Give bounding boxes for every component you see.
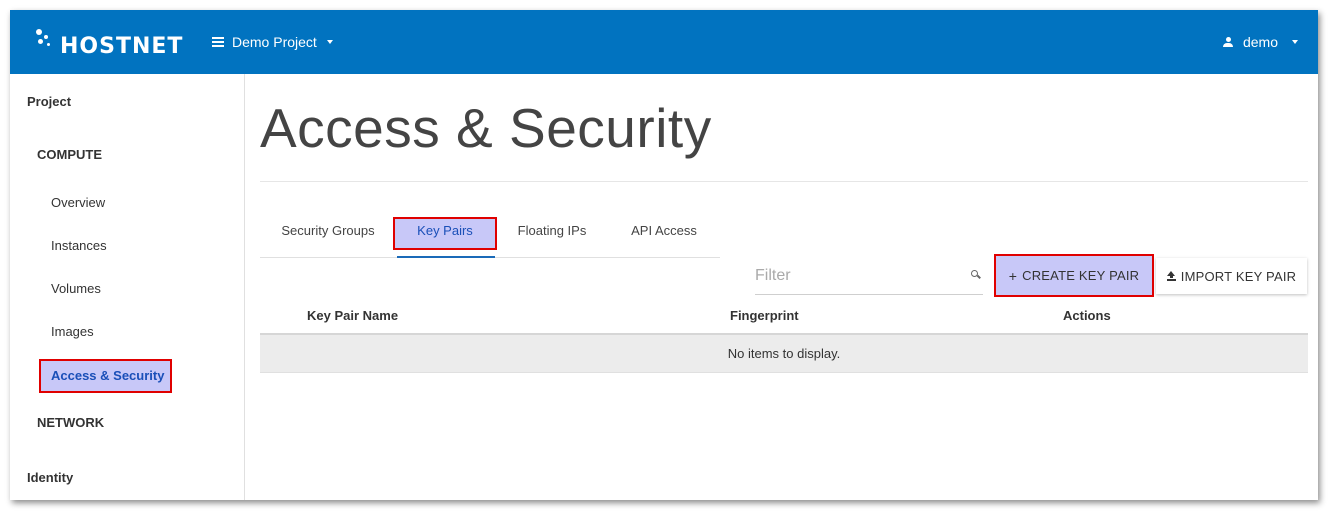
column-header-actions: Actions [1063,308,1111,323]
top-navbar: HOSTNET Demo Project demo [10,10,1318,74]
sidebar-section-project[interactable]: Project [27,94,71,109]
list-icon [212,37,224,47]
upload-icon [1166,271,1176,281]
user-menu[interactable]: demo [1222,32,1298,52]
filter-field [755,262,983,295]
plus-icon: + [1008,267,1018,284]
project-selector[interactable]: Demo Project [212,32,333,52]
logo-dots-icon [34,27,58,57]
import-key-pair-label: IMPORT KEY PAIR [1180,268,1297,284]
caret-down-icon [326,40,333,44]
logo-text: HOSTNET [60,33,184,59]
create-key-pair-label: CREATE KEY PAIR [1022,268,1140,283]
sidebar: Project COMPUTE Overview Instances Volum… [10,74,245,500]
filter-input[interactable] [755,262,955,290]
active-tab-indicator [397,256,495,258]
page-title: Access & Security [260,97,712,159]
tab-key-pairs[interactable]: Key Pairs [395,215,495,257]
empty-table-message: No items to display. [260,335,1308,373]
search-icon[interactable] [971,270,981,280]
sidebar-item-volumes[interactable]: Volumes [51,281,101,296]
sidebar-section-compute[interactable]: COMPUTE [37,147,102,162]
sidebar-item-access-security[interactable]: Access & Security [39,359,172,393]
sidebar-item-overview[interactable]: Overview [51,195,105,210]
sidebar-item-instances[interactable]: Instances [51,238,107,253]
sidebar-section-identity[interactable]: Identity [27,470,73,485]
import-key-pair-button[interactable]: IMPORT KEY PAIR [1156,258,1307,294]
key-pairs-table: Key Pair Name Fingerprint Actions No ite… [260,301,1308,373]
title-divider [260,181,1308,182]
tab-floating-ips[interactable]: Floating IPs [512,215,592,257]
tab-bar: Security Groups Key Pairs Floating IPs A… [260,215,720,258]
create-key-pair-button[interactable]: + CREATE KEY PAIR [994,254,1154,297]
project-selector-label: Demo Project [232,34,317,50]
caret-down-icon [1292,40,1298,44]
sidebar-item-images[interactable]: Images [51,324,94,339]
tab-security-groups[interactable]: Security Groups [272,215,384,257]
column-header-fingerprint[interactable]: Fingerprint [730,308,799,323]
brand-logo[interactable]: HOSTNET [34,22,183,62]
tab-api-access[interactable]: API Access [626,215,702,257]
user-icon [1222,37,1233,47]
sidebar-section-network[interactable]: NETWORK [37,415,104,430]
table-header: Key Pair Name Fingerprint Actions [260,301,1308,335]
column-header-key-pair-name[interactable]: Key Pair Name [307,308,398,323]
app-window: HOSTNET Demo Project demo Project COMPUT… [10,10,1318,500]
user-name: demo [1242,34,1278,50]
